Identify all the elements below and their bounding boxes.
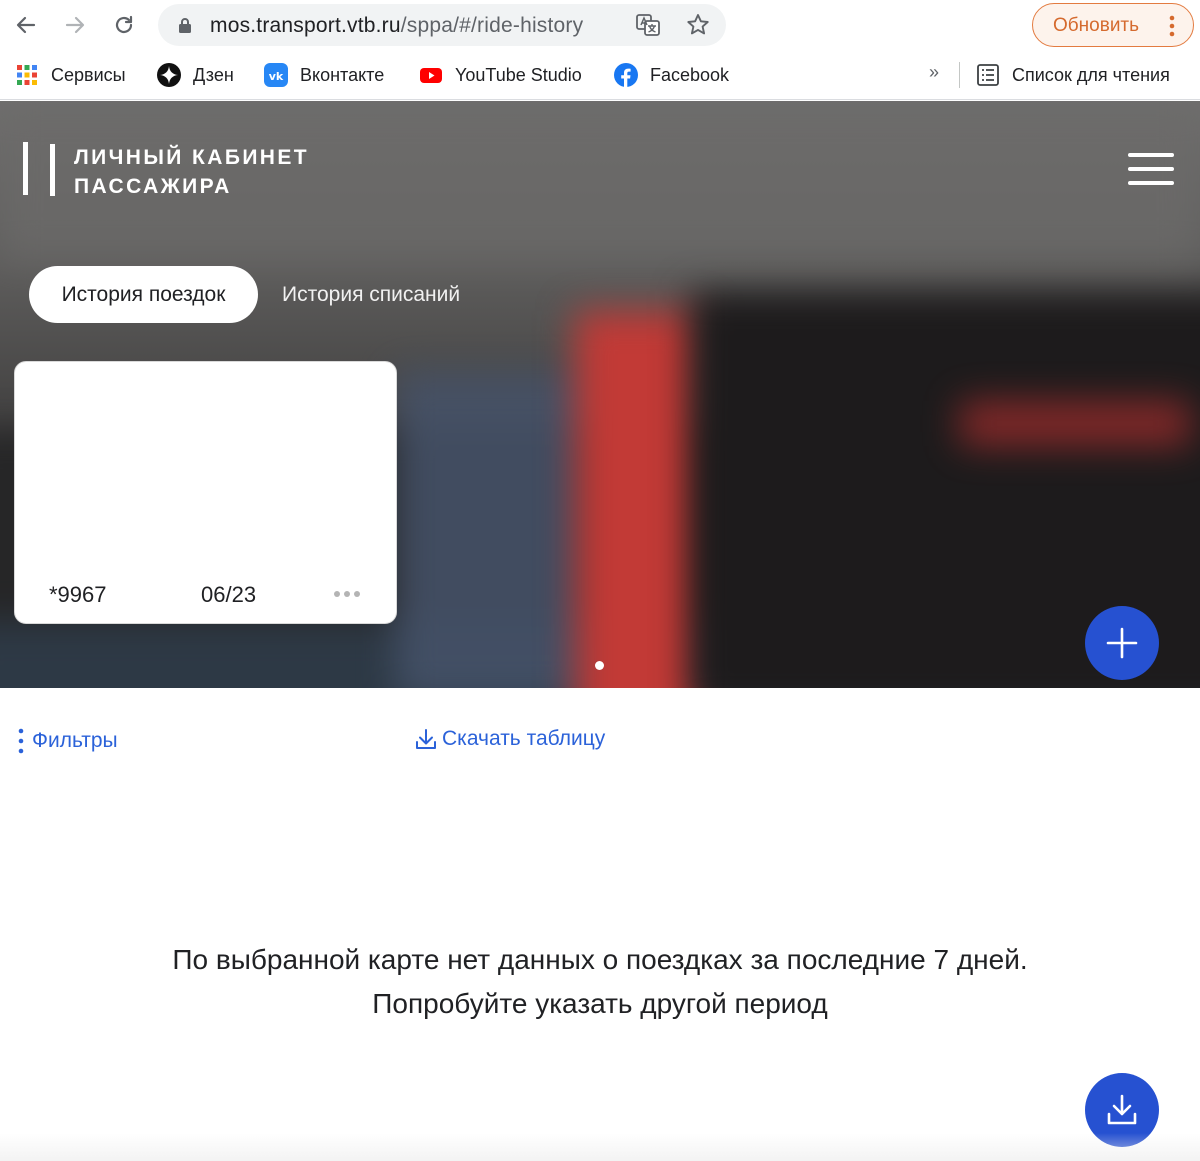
reload-button[interactable] — [108, 9, 140, 41]
empty-state-line-2: Попробуйте указать другой период — [372, 988, 828, 1019]
empty-state-line-1: По выбранной карте нет данных о поездках… — [172, 944, 1028, 975]
background-photo — [395, 371, 595, 688]
youtube-icon — [419, 63, 443, 87]
more-vertical-icon — [1169, 15, 1175, 37]
reading-list-button[interactable]: Список для чтения — [976, 62, 1170, 88]
download-label: Скачать таблицу — [442, 727, 606, 750]
apps-grid-icon — [15, 63, 39, 87]
tab-ride-history[interactable]: История поездок — [29, 266, 258, 323]
bookmarks-divider — [959, 62, 960, 88]
url-host: mos.transport.vtb.ru — [210, 14, 401, 37]
hamburger-icon — [1128, 167, 1174, 171]
logo-mark-icon — [23, 142, 55, 196]
update-browser-button[interactable]: Обновить — [1032, 3, 1194, 47]
download-table-link[interactable]: Скачать таблицу — [414, 727, 605, 751]
bookmark-label: Вконтакте — [300, 64, 385, 85]
bookmark-facebook[interactable]: Facebook — [614, 62, 729, 88]
carousel-indicator[interactable] — [595, 661, 604, 670]
add-card-button[interactable] — [1085, 606, 1159, 680]
update-label: Обновить — [1053, 15, 1140, 36]
more-horizontal-icon[interactable] — [333, 589, 363, 599]
bookmark-youtube-studio[interactable]: YouTube Studio — [419, 62, 582, 88]
bookmark-star-icon[interactable] — [685, 12, 711, 38]
site-logo[interactable]: ЛИЧНЫЙ КАБИНЕТ ПАССАЖИРА — [22, 142, 342, 198]
tab-charge-history[interactable]: История списаний — [282, 283, 460, 307]
bookmark-label: YouTube Studio — [455, 64, 582, 85]
background-photo — [960, 401, 1190, 446]
reading-list-icon — [976, 63, 1000, 87]
hamburger-icon — [1128, 181, 1174, 185]
bookmarks-bar: Сервисы Дзен vk Вконтакте YouTube Studio… — [0, 50, 1200, 100]
lock-icon — [179, 18, 191, 33]
reload-icon — [115, 15, 133, 34]
bookmark-dzen[interactable]: Дзен — [157, 62, 234, 88]
logo-text: ЛИЧНЫЙ КАБИНЕТ ПАССАЖИРА — [74, 143, 309, 201]
logo-line-2: ПАССАЖИРА — [74, 175, 232, 198]
svg-text:vk: vk — [269, 70, 284, 83]
address-bar[interactable]: mos.transport.vtb.ru/sppa/#/ride-history — [158, 4, 726, 46]
url-text: mos.transport.vtb.ru/sppa/#/ride-history — [210, 14, 583, 38]
browser-toolbar: mos.transport.vtb.ru/sppa/#/ride-history… — [0, 0, 1200, 50]
bottom-fade — [0, 1133, 1200, 1161]
hero-banner: ЛИЧНЫЙ КАБИНЕТ ПАССАЖИРА История поездок… — [0, 101, 1200, 688]
translate-icon[interactable] — [636, 14, 660, 36]
arrow-right-icon — [65, 16, 85, 34]
transport-card[interactable]: *9967 06/23 — [14, 361, 397, 624]
logo-line-1: ЛИЧНЫЙ КАБИНЕТ — [74, 146, 310, 169]
dzen-icon — [157, 63, 181, 87]
bookmark-label: Дзен — [193, 64, 234, 85]
facebook-icon — [614, 63, 638, 87]
hamburger-icon — [1128, 153, 1174, 157]
bookmark-label: Сервисы — [51, 64, 126, 85]
empty-state-message: По выбранной карте нет данных о поездках… — [0, 938, 1200, 1026]
back-button[interactable] — [10, 9, 42, 41]
bookmark-services[interactable]: Сервисы — [15, 62, 126, 88]
card-number: *9967 — [49, 582, 107, 607]
download-icon — [1107, 1094, 1137, 1125]
more-bookmarks-button[interactable]: » — [929, 62, 939, 83]
bookmark-label: Facebook — [650, 64, 730, 85]
arrow-left-icon — [16, 16, 36, 34]
reading-list-label: Список для чтения — [1012, 64, 1170, 85]
bookmark-vkontakte[interactable]: vk Вконтакте — [264, 62, 384, 88]
forward-button[interactable] — [59, 9, 91, 41]
filters-label: Фильтры — [32, 729, 118, 752]
vk-icon: vk — [264, 63, 288, 87]
background-photo — [575, 311, 705, 688]
filters-button[interactable]: Фильтры — [16, 727, 118, 755]
menu-button[interactable] — [1128, 153, 1174, 187]
plus-icon — [1106, 627, 1138, 659]
more-vertical-icon — [18, 728, 24, 754]
url-path: /sppa/#/ride-history — [400, 14, 584, 37]
card-expiry: 06/23 — [201, 582, 257, 607]
download-icon — [416, 729, 436, 749]
